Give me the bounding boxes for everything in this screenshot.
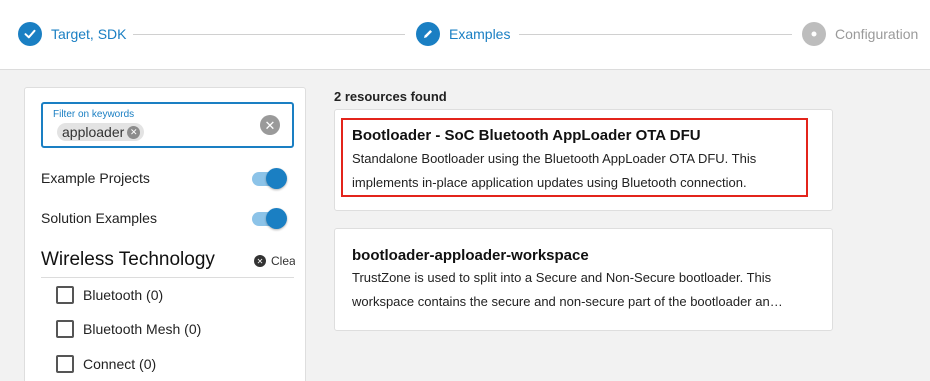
results-count: 2 resources found xyxy=(334,89,447,104)
keyword-filter-label: Filter on keywords xyxy=(53,109,135,120)
step-configuration[interactable]: Configuration xyxy=(802,22,918,46)
wizard-stepper: Target, SDK Examples Configuration xyxy=(0,0,930,70)
dot-icon xyxy=(802,22,826,46)
card-description-line: TrustZone is used to split into a Secure… xyxy=(352,270,772,285)
toggle-label: Example Projects xyxy=(41,170,150,186)
divider xyxy=(41,277,294,278)
toggle-label: Solution Examples xyxy=(41,210,157,226)
checkbox-bluetooth[interactable]: Bluetooth (0) xyxy=(56,286,163,304)
step-examples[interactable]: Examples xyxy=(416,22,510,46)
checkbox-box[interactable] xyxy=(56,355,74,373)
remove-chip-icon[interactable]: ✕ xyxy=(127,125,141,139)
checkbox-box[interactable] xyxy=(56,320,74,338)
toggle-solution-examples: Solution Examples xyxy=(41,206,287,230)
toggle-example-projects: Example Projects xyxy=(41,166,287,190)
step-connector xyxy=(133,34,405,35)
clear-filter-button[interactable]: ✕ Clea xyxy=(254,254,295,268)
checkbox-bluetooth-mesh[interactable]: Bluetooth Mesh (0) xyxy=(56,320,201,338)
checkbox-label: Bluetooth (0) xyxy=(83,287,164,303)
clear-input-icon[interactable]: ✕ xyxy=(260,115,280,135)
clear-label: Clea xyxy=(271,254,295,268)
step-target-sdk[interactable]: Target, SDK xyxy=(18,22,126,46)
result-card[interactable]: bootloader-apploader-workspace TrustZone… xyxy=(334,228,833,331)
wireless-technology-heading: Wireless Technology xyxy=(41,249,215,270)
step-label: Target, SDK xyxy=(51,26,127,42)
example-projects-switch[interactable] xyxy=(252,168,287,189)
keyword-filter-input[interactable]: Filter on keywords apploader ✕ ✕ xyxy=(41,102,294,148)
filter-panel: Filter on keywords apploader ✕ ✕ Example… xyxy=(24,87,306,381)
pencil-icon xyxy=(416,22,440,46)
checkbox-label: Connect (0) xyxy=(83,356,157,372)
card-description-line: workspace contains the secure and non-se… xyxy=(352,294,783,309)
keyword-chip-text: apploader xyxy=(62,124,125,140)
checkbox-label: Bluetooth Mesh (0) xyxy=(83,321,202,337)
step-label: Configuration xyxy=(835,26,919,42)
checkbox-connect[interactable]: Connect (0) xyxy=(56,355,156,373)
check-icon xyxy=(18,22,42,46)
card-description: TrustZone is used to split into a Secure… xyxy=(352,266,820,314)
card-title[interactable]: bootloader-apploader-workspace xyxy=(352,247,589,264)
keyword-chip: apploader ✕ xyxy=(57,123,145,141)
clear-icon: ✕ xyxy=(254,255,266,267)
solution-examples-switch[interactable] xyxy=(252,208,287,229)
step-label: Examples xyxy=(449,26,511,42)
highlight-box xyxy=(341,118,808,197)
checkbox-box[interactable] xyxy=(56,286,74,304)
step-connector xyxy=(519,34,792,35)
